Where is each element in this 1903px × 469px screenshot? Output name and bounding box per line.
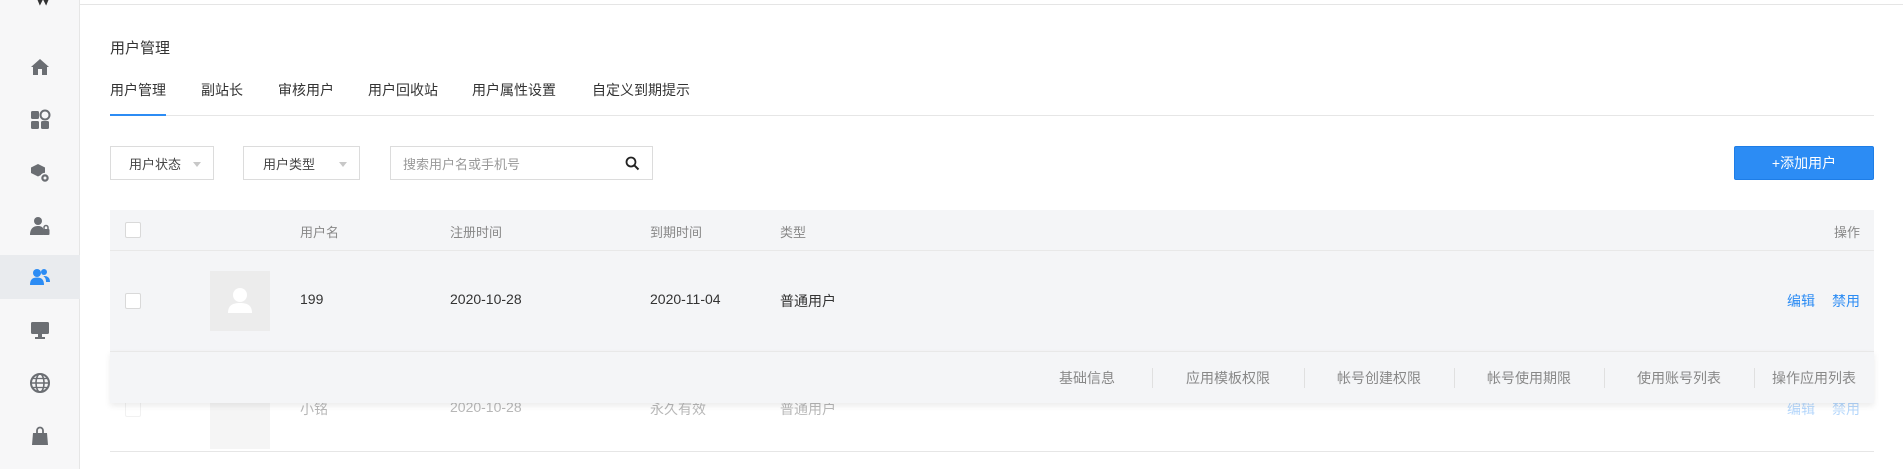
search-icon[interactable] xyxy=(625,156,640,171)
tab-custom-expiry-notice[interactable]: 自定义到期提示 xyxy=(592,80,690,116)
user-table: 用户名 注册时间 到期时间 类型 操作 小铭 2020-10-28 永久有效 普… xyxy=(110,210,1874,460)
user-status-select[interactable]: 用户状态 xyxy=(110,146,214,180)
sidebar-item-sites[interactable] xyxy=(0,361,80,405)
row-checkbox[interactable] xyxy=(125,401,141,417)
row-submenu: 基础信息 应用模板权限 帐号创建权限 帐号使用期限 使用账号列表 操作应用列表 xyxy=(110,351,1874,403)
user-placeholder-icon xyxy=(228,288,252,313)
header-register-time: 注册时间 xyxy=(450,225,503,240)
search-input[interactable] xyxy=(403,154,613,174)
bag-icon xyxy=(32,426,48,445)
user-avatar xyxy=(210,271,270,331)
cell-expire-time: 2020-11-04 xyxy=(650,291,721,307)
globe-icon xyxy=(30,373,50,393)
header-divider xyxy=(80,4,1903,5)
sidebar-item-shop[interactable] xyxy=(0,414,80,458)
table-row[interactable]: 小铭 2020-10-28 永久有效 普通用户 编辑 禁用 xyxy=(110,389,1874,451)
tab-review-users[interactable]: 审核用户 xyxy=(278,80,334,116)
header-operation: 操作 xyxy=(1833,225,1860,240)
user-type-select[interactable]: 用户类型 xyxy=(243,146,360,180)
chevron-down-icon xyxy=(193,162,201,167)
header-type: 类型 xyxy=(780,225,807,240)
tab-user-management[interactable]: 用户管理 xyxy=(110,80,166,116)
cell-username: 199 xyxy=(300,291,324,307)
sidebar-item-permissions[interactable] xyxy=(0,204,80,248)
header-username: 用户名 xyxy=(300,225,340,240)
cell-type: 普通用户 xyxy=(780,293,836,309)
header-expire-time: 到期时间 xyxy=(650,225,703,240)
edit-link[interactable]: 编辑 xyxy=(1787,291,1815,311)
tab-user-recycle-bin[interactable]: 用户回收站 xyxy=(368,80,438,116)
submenu-account-create-permissions[interactable]: 帐号创建权限 xyxy=(1304,352,1454,404)
submenu-app-template-permissions[interactable]: 应用模板权限 xyxy=(1152,352,1304,404)
sidebar-item-modules[interactable] xyxy=(0,151,80,195)
add-user-button[interactable]: +添加用户 xyxy=(1734,146,1874,180)
home-icon xyxy=(31,59,49,75)
tab-user-attributes[interactable]: 用户属性设置 xyxy=(472,80,556,116)
sidebar xyxy=(0,0,80,469)
user-type-label: 用户类型 xyxy=(263,156,316,172)
submenu-account-usage-period[interactable]: 帐号使用期限 xyxy=(1454,352,1604,404)
table-bottom-divider xyxy=(110,451,1874,452)
tab-deputy-admin[interactable]: 副站长 xyxy=(201,80,243,116)
submenu-used-account-list[interactable]: 使用账号列表 xyxy=(1604,352,1754,404)
table-row[interactable]: 199 2020-10-28 2020-11-04 普通用户 编辑 禁用 xyxy=(110,251,1874,351)
monitor-icon xyxy=(31,322,49,339)
row-checkbox[interactable] xyxy=(125,293,141,309)
submenu-basic-info[interactable]: 基础信息 xyxy=(1022,352,1152,404)
cell-register-time: 2020-10-28 xyxy=(450,291,522,307)
user-lock-icon xyxy=(30,217,50,235)
submenu-operation-app-list[interactable]: 操作应用列表 xyxy=(1754,352,1874,404)
sidebar-item-devices[interactable] xyxy=(0,308,80,352)
user-status-label: 用户状态 xyxy=(129,156,182,172)
search-box xyxy=(390,146,653,180)
sidebar-item-apps[interactable] xyxy=(0,98,80,142)
table-header: 用户名 注册时间 到期时间 类型 操作 xyxy=(110,210,1874,251)
user-avatar-icon[interactable] xyxy=(32,0,54,8)
users-icon xyxy=(30,269,50,285)
select-all-checkbox[interactable] xyxy=(125,222,141,238)
chevron-down-icon xyxy=(339,162,347,167)
tab-bar: 用户管理 副站长 审核用户 用户回收站 用户属性设置 自定义到期提示 xyxy=(110,80,1874,116)
sidebar-item-home[interactable] xyxy=(0,45,80,89)
apps-icon xyxy=(31,109,51,129)
sidebar-item-users[interactable] xyxy=(0,255,80,299)
page-title: 用户管理 xyxy=(110,40,171,57)
cube-settings-icon xyxy=(31,164,51,184)
disable-link[interactable]: 禁用 xyxy=(1832,291,1860,311)
